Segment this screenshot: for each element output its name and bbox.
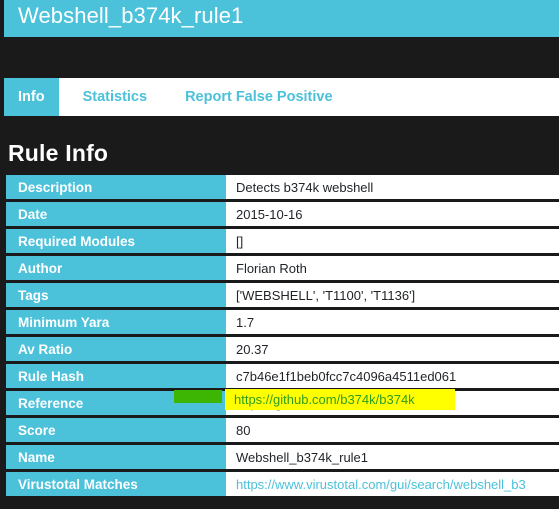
tab-info[interactable]: Info xyxy=(4,78,59,116)
table-row: Required Modules [] xyxy=(6,229,559,253)
row-value-rule-hash: c7b46e1f1beb0fcc7c4096a4511ed061 xyxy=(222,364,559,388)
row-value-virustotal-matches[interactable]: https://www.virustotal.com/gui/search/we… xyxy=(222,472,559,496)
section-heading-rule-info: Rule Info xyxy=(8,140,109,166)
row-label-av-ratio: Av Ratio xyxy=(6,337,222,361)
page-title: Webshell_b374k_rule1 xyxy=(18,3,244,28)
tab-report-false-positive[interactable]: Report False Positive xyxy=(171,78,346,116)
row-value-tags: ['WEBSHELL', 'T1100', 'T1136'] xyxy=(222,283,559,307)
row-label-date: Date xyxy=(6,202,222,226)
row-label-author: Author xyxy=(6,256,222,280)
table-row: Name Webshell_b374k_rule1 xyxy=(6,445,559,469)
table-row: Av Ratio 20.37 xyxy=(6,337,559,361)
rule-info-table: Description Detects b374k webshell Date … xyxy=(6,172,559,499)
row-value-required-modules: [] xyxy=(222,229,559,253)
row-label-tags: Tags xyxy=(6,283,222,307)
row-value-description: Detects b374k webshell xyxy=(222,175,559,199)
row-label-required-modules: Required Modules xyxy=(6,229,222,253)
row-value-author: Florian Roth xyxy=(222,256,559,280)
table-row: Rule Hash c7b46e1f1beb0fcc7c4096a4511ed0… xyxy=(6,364,559,388)
table-row: Virustotal Matches https://www.virustota… xyxy=(6,472,559,496)
row-value-name: Webshell_b374k_rule1 xyxy=(222,445,559,469)
virustotal-link[interactable]: https://www.virustotal.com/gui/search/we… xyxy=(236,477,526,492)
tab-bar: Info Statistics Report False Positive xyxy=(4,78,559,116)
tab-spacer-2 xyxy=(161,78,171,116)
tab-statistics[interactable]: Statistics xyxy=(69,78,161,116)
table-row: Tags ['WEBSHELL', 'T1100', 'T1136'] xyxy=(6,283,559,307)
row-label-score: Score xyxy=(6,418,222,442)
row-value-minimum-yara: 1.7 xyxy=(222,310,559,334)
table-row: Date 2015-10-16 xyxy=(6,202,559,226)
table-row: Description Detects b374k webshell xyxy=(6,175,559,199)
row-label-minimum-yara: Minimum Yara xyxy=(6,310,222,334)
row-label-reference: Reference xyxy=(6,391,222,415)
row-label-name: Name xyxy=(6,445,222,469)
table-row: Author Florian Roth xyxy=(6,256,559,280)
row-value-av-ratio: 20.37 xyxy=(222,337,559,361)
row-label-description: Description xyxy=(6,175,222,199)
row-value-score: 80 xyxy=(222,418,559,442)
row-label-virustotal-matches: Virustotal Matches xyxy=(6,472,222,496)
row-value-date: 2015-10-16 xyxy=(222,202,559,226)
tab-spacer-1 xyxy=(59,78,69,116)
page-header-bar: Webshell_b374k_rule1 xyxy=(4,0,559,37)
row-label-rule-hash: Rule Hash xyxy=(6,364,222,388)
table-row: Minimum Yara 1.7 xyxy=(6,310,559,334)
reference-link-overlay-text[interactable]: https://github.com/b374k/b374k xyxy=(234,392,415,407)
page-root: Webshell_b374k_rule1 Info Statistics Rep… xyxy=(0,0,559,509)
table-row: Score 80 xyxy=(6,418,559,442)
